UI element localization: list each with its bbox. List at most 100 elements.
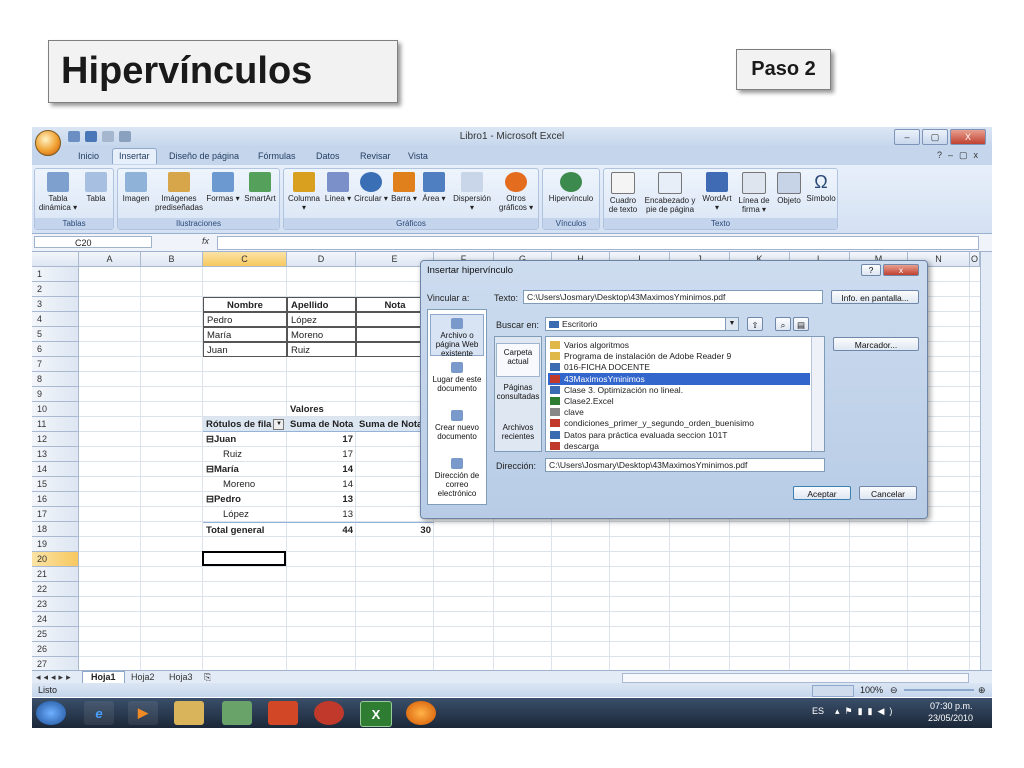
pivot-cell[interactable]: 14 (287, 477, 356, 492)
file-list-item[interactable]: Clase 3. Optimización no lineal. (548, 384, 810, 396)
tray-icons[interactable]: ▴⚑▮▮◀) (835, 706, 897, 717)
vertical-scrollbar[interactable] (980, 252, 992, 670)
row-header[interactable]: 4 (32, 312, 79, 327)
row-header[interactable]: 13 (32, 447, 79, 462)
media-player-icon[interactable]: ▶ (128, 701, 158, 725)
maximize-button[interactable]: ▢ (922, 129, 948, 145)
row-header[interactable]: 26 (32, 642, 79, 657)
powerpoint-icon[interactable] (268, 701, 298, 725)
wordart-button[interactable]: WordArt ▾ (700, 172, 734, 212)
table-cell[interactable]: Ruiz (287, 342, 356, 357)
tab-inicio[interactable]: Inicio (72, 150, 105, 162)
filter-dropdown-icon[interactable]: ▼ (273, 418, 285, 430)
col-header-d[interactable]: D (287, 252, 356, 267)
row-header[interactable]: 22 (32, 582, 79, 597)
table-cell[interactable]: Juan (203, 342, 287, 357)
row-header[interactable]: 6 (32, 342, 79, 357)
fx-icon[interactable]: fx (202, 236, 209, 246)
signature-line-button[interactable]: Línea de firma ▾ (736, 172, 772, 214)
file-list-item[interactable]: 43MaximosYminimos (548, 372, 810, 385)
tab-revisar[interactable]: Revisar (354, 150, 397, 162)
office-button[interactable] (35, 130, 61, 156)
row-header[interactable]: 24 (32, 612, 79, 627)
file-list-item[interactable]: descarga (548, 440, 810, 451)
dialog-close-button[interactable]: x (883, 264, 919, 276)
file-list-item[interactable]: Datos para práctica evaluada seccion 101… (548, 429, 810, 441)
zoom-in-icon[interactable]: ⊕ (978, 685, 986, 696)
help-button[interactable]: ? (861, 264, 881, 276)
col-header-o[interactable]: O (970, 252, 980, 267)
file-list-item[interactable]: 016-FICHA DOCENTE (548, 361, 810, 373)
clock-date[interactable]: 23/05/2010 (928, 713, 973, 723)
display-text-input[interactable]: C:\Users\Josmary\Desktop\43MaximosYminim… (523, 290, 823, 304)
line-chart-button[interactable]: Línea ▾ (324, 172, 352, 203)
language-indicator[interactable]: ES (812, 706, 824, 716)
tab-datos[interactable]: Datos (310, 150, 346, 162)
pivot-cell[interactable]: Ruiz (203, 447, 287, 462)
row-header[interactable]: 14 (32, 462, 79, 477)
pivot-cell[interactable]: ⊟Pedro (203, 492, 287, 507)
link-place-in-document[interactable]: Lugar de este documento (430, 362, 484, 393)
internet-explorer-icon[interactable]: e (84, 701, 114, 725)
col-header-a[interactable]: A (79, 252, 141, 267)
row-header[interactable]: 1 (32, 267, 79, 282)
smartart-button[interactable]: SmartArt (242, 172, 278, 203)
table-cell[interactable]: López (287, 312, 356, 327)
pivot-col1-header[interactable]: Suma de Nota (287, 417, 356, 432)
tab-diseno-pagina[interactable]: Diseño de página (163, 150, 245, 162)
col-header-b[interactable]: B (141, 252, 203, 267)
row-header[interactable]: 12 (32, 432, 79, 447)
area-chart-button[interactable]: Área ▾ (420, 172, 448, 203)
clipart-button[interactable]: Imágenes prediseñadas (154, 172, 204, 212)
pivot-cell[interactable]: 13 (287, 492, 356, 507)
place-browsed-pages[interactable]: Páginas consultadas (496, 383, 540, 401)
excel-taskbar-icon[interactable]: X (360, 701, 392, 727)
view-buttons[interactable] (812, 685, 854, 697)
row-header[interactable]: 17 (32, 507, 79, 522)
lookin-select[interactable]: Escritorio ▼ (545, 317, 739, 331)
row-header[interactable]: 19 (32, 537, 79, 552)
tab-formulas[interactable]: Fórmulas (252, 150, 302, 162)
row-header[interactable]: 2 (32, 282, 79, 297)
link-existing-file[interactable]: Archivo o página Web existente (430, 314, 484, 358)
firefox-icon[interactable] (406, 701, 436, 725)
close-button[interactable]: X (950, 129, 986, 145)
pivot-cell[interactable]: 17 (287, 432, 356, 447)
file-list-item[interactable]: Programa de instalación de Adobe Reader … (548, 350, 810, 362)
table-cell[interactable]: Pedro (203, 312, 287, 327)
zoom-slider[interactable] (904, 689, 974, 691)
zoom-level[interactable]: 100% (860, 685, 883, 695)
tab-insertar[interactable]: Insertar (112, 148, 157, 164)
clock-time[interactable]: 07:30 p.m. (930, 701, 973, 711)
object-button[interactable]: Objeto (774, 172, 804, 205)
up-folder-button[interactable]: ⇧ (747, 317, 763, 331)
new-sheet-icon[interactable]: ⎘ (204, 672, 211, 683)
row-header[interactable]: 25 (32, 627, 79, 642)
browse-file-button[interactable]: ▤ (793, 317, 809, 331)
link-new-document[interactable]: Crear nuevo documento (430, 410, 484, 441)
web-search-button[interactable]: ⌕ (775, 317, 791, 331)
pivot-cell[interactable]: ⊟Juan (203, 432, 287, 447)
red-app-icon[interactable] (314, 701, 344, 725)
row-header[interactable]: 7 (32, 357, 79, 372)
formula-input[interactable] (217, 236, 979, 250)
messenger-icon[interactable] (222, 701, 252, 725)
zoom-out-icon[interactable]: ⊖ (890, 685, 898, 696)
symbol-button[interactable]: Ω Símbolo (805, 172, 837, 203)
table-cell[interactable]: Moreno (287, 327, 356, 342)
sheet-tab-hoja3[interactable]: Hoja3 (163, 672, 199, 682)
other-charts-button[interactable]: Otros gráficos ▾ (496, 172, 536, 212)
table-cell[interactable]: María (203, 327, 287, 342)
bar-chart-button[interactable]: Barra ▾ (390, 172, 418, 203)
pivot-cell[interactable]: 13 (287, 507, 356, 522)
row-header[interactable]: 16 (32, 492, 79, 507)
pivot-cell[interactable]: 14 (287, 462, 356, 477)
row-header[interactable]: 20 (32, 552, 79, 567)
shapes-button[interactable]: Formas ▾ (206, 172, 240, 203)
name-box[interactable]: C20 (34, 236, 152, 248)
cancel-button[interactable]: Cancelar (859, 486, 917, 500)
tab-vista[interactable]: Vista (402, 150, 434, 162)
sheet-nav-arrows[interactable]: ◂◂◂▸▸ (36, 672, 74, 683)
dropdown-arrow-icon[interactable]: ▼ (725, 318, 738, 330)
file-list-scrollbar[interactable] (811, 337, 824, 451)
